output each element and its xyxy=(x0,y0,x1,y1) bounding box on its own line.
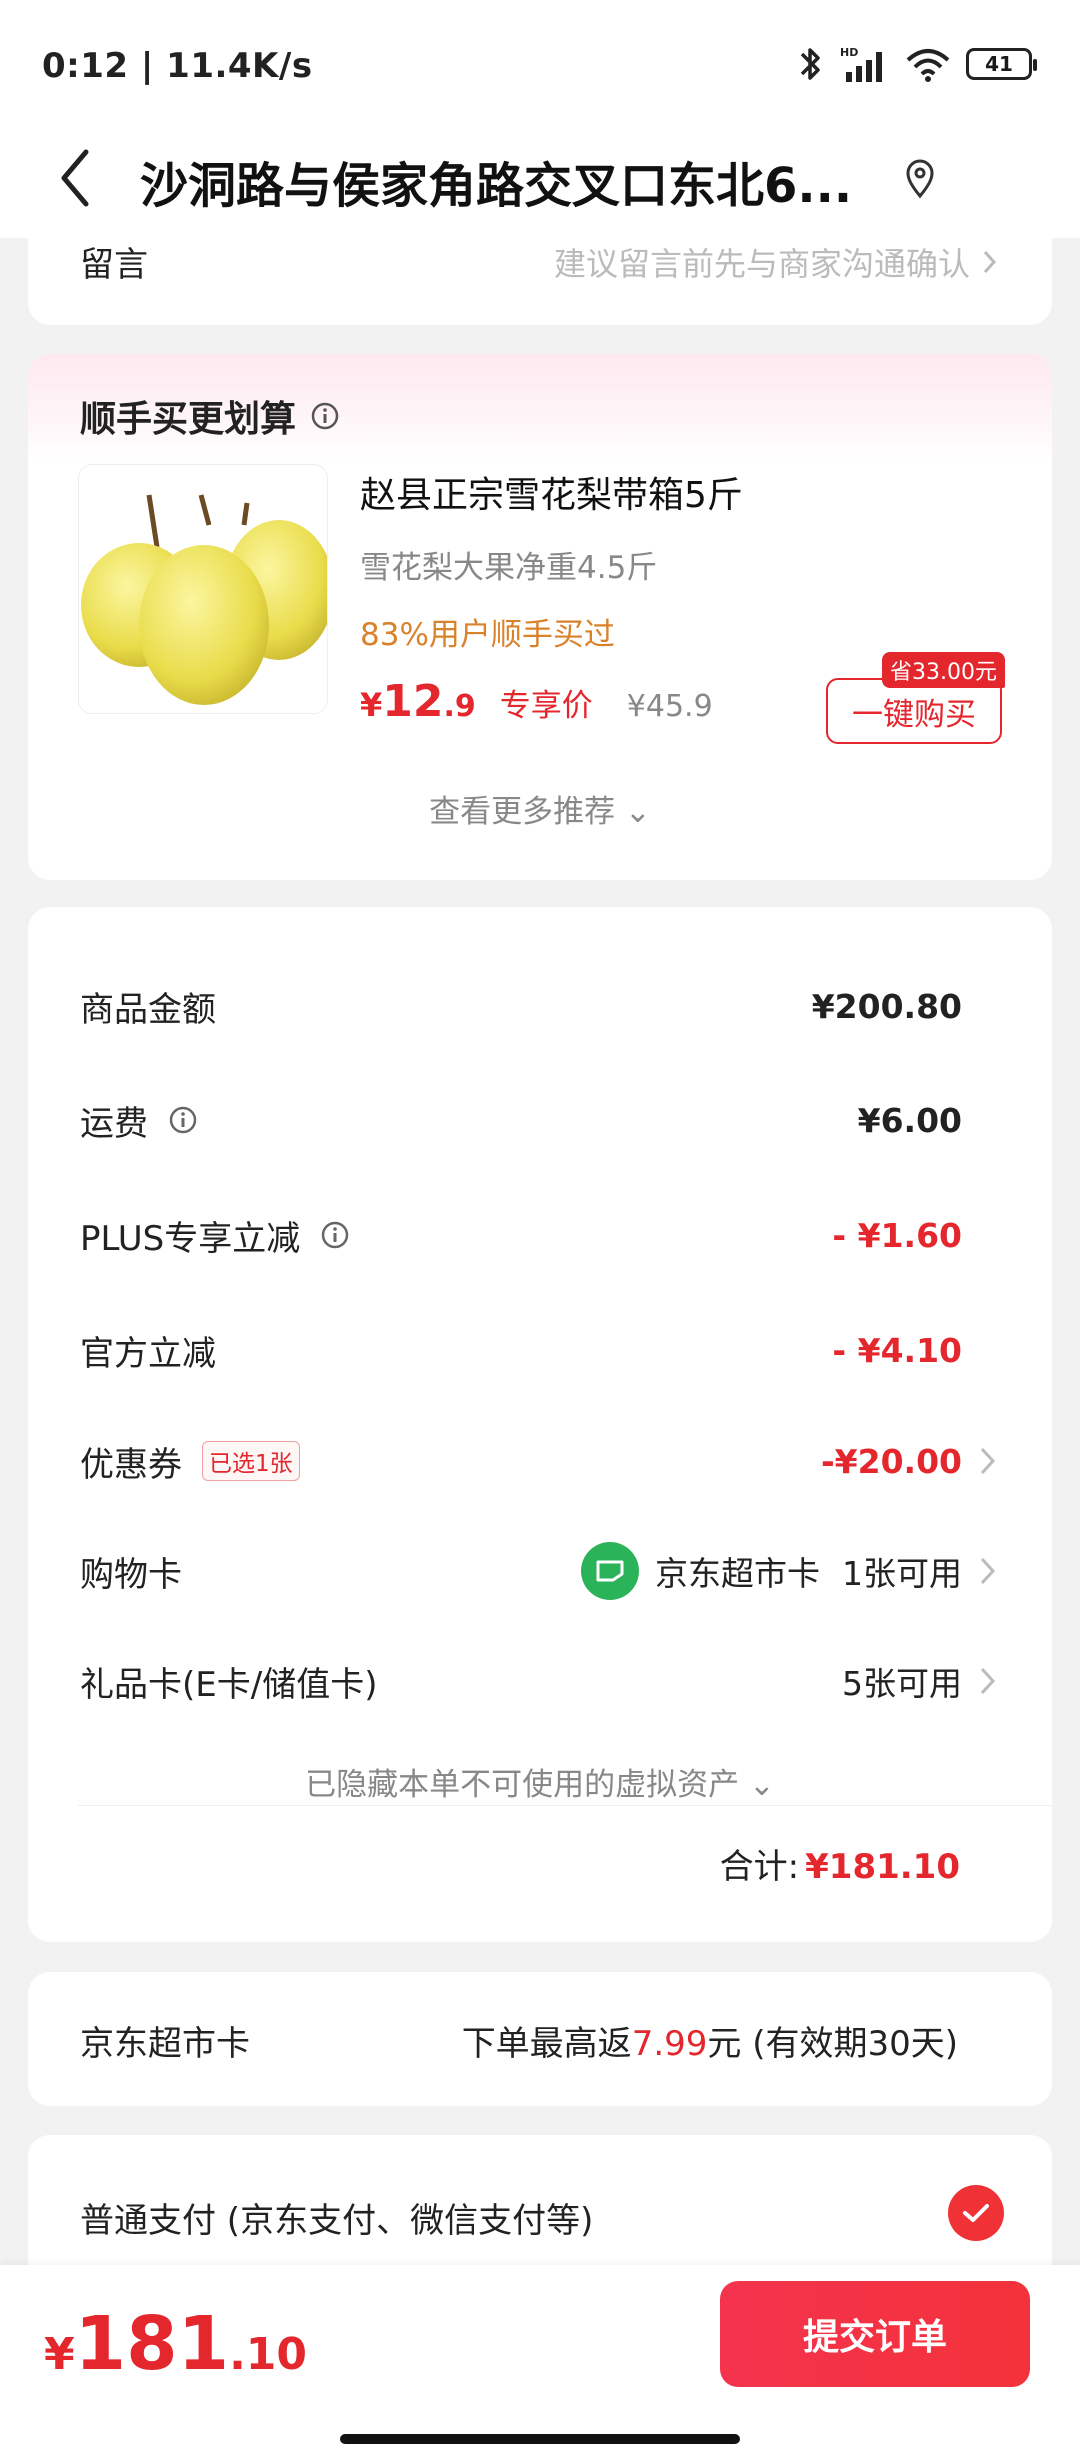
info-icon[interactable] xyxy=(168,1105,198,1135)
jd-card-label: 京东超市卡 xyxy=(80,2024,250,2064)
address-title[interactable]: 沙洞路与侯家角路交叉口东北6... xyxy=(140,146,880,216)
chevron-right-icon[interactable] xyxy=(978,1553,998,1589)
rebate-prefix: 下单最高返 xyxy=(461,2024,632,2064)
recommend-title: 顺手买更划算 xyxy=(80,390,340,442)
product-subtitle: 雪花梨大果净重4.5斤 xyxy=(360,550,658,586)
bottom-price-decimal: .10 xyxy=(229,2329,308,2380)
product-image[interactable] xyxy=(78,464,328,714)
checkmark-icon[interactable] xyxy=(948,2185,1004,2241)
chevron-right-icon[interactable] xyxy=(978,1663,998,1699)
save-badge: 省33.00元 xyxy=(882,652,1005,688)
product-name[interactable]: 赵县正宗雪花梨带箱5斤 xyxy=(360,466,743,518)
more-recommendations-link[interactable]: 查看更多推荐 ⌄ xyxy=(28,786,1052,831)
wifi-icon xyxy=(906,49,950,82)
row-value: 1张可用 xyxy=(842,1554,962,1593)
svg-text:HD: HD xyxy=(840,46,858,59)
rebate-amount: 7.99 xyxy=(631,2024,708,2064)
message-card[interactable]: 留言 建议留言前先与商家沟通确认 xyxy=(28,225,1052,325)
message-hint-text: 建议留言前先与商家沟通确认 xyxy=(553,245,970,283)
row-label: 官方立减 xyxy=(80,1333,216,1374)
payment-card[interactable]: 普通支付 (京东支付、微信支付等) xyxy=(28,2135,1052,2275)
coupon-selected-badge: 已选1张 xyxy=(202,1441,300,1481)
row-value: ¥200.80 xyxy=(811,986,962,1026)
hidden-assets-toggle[interactable]: 已隐藏本单不可使用的虚拟资产 ⌄ xyxy=(28,1759,1052,1804)
total-amount: ¥181.10 xyxy=(805,1847,960,1887)
payment-method-label: 普通支付 (京东支付、微信支付等) xyxy=(80,2201,594,2241)
location-pin-icon[interactable] xyxy=(900,156,940,200)
summary-row-plus: PLUS专享立减 - ¥1.60 xyxy=(80,1205,962,1265)
price-decimal: .9 xyxy=(443,689,476,724)
product-price: ¥ 12 .9 专享价 ¥45.9 xyxy=(360,676,713,727)
info-icon[interactable] xyxy=(320,1220,350,1250)
row-label: 购物卡 xyxy=(80,1554,182,1595)
total-label: 合计: xyxy=(719,1847,800,1887)
message-label: 留言 xyxy=(80,245,148,285)
row-label: 优惠券 xyxy=(80,1444,182,1485)
info-icon[interactable] xyxy=(310,401,340,431)
row-label: 礼品卡(E卡/储值卡) xyxy=(80,1664,378,1705)
recommend-card: 顺手买更划算 赵县正宗雪花梨带箱5斤 雪花梨大果净重4.5斤 83%用户顺手买过… xyxy=(28,354,1052,880)
row-label-wrap: PLUS专享立减 xyxy=(80,1211,350,1260)
row-label: 运费 xyxy=(80,1103,148,1144)
bluetooth-icon xyxy=(800,48,820,80)
jd-supermarket-card: 京东超市卡 下单最高返7.99元 (有效期30天) xyxy=(28,1972,1052,2106)
divider xyxy=(78,1805,1052,1806)
order-total: 合计: ¥181.10 xyxy=(720,1839,960,1888)
summary-row-coupon[interactable]: 优惠券 已选1张 -¥20.00 xyxy=(80,1431,962,1491)
row-label-wrap: 优惠券 已选1张 xyxy=(80,1437,300,1486)
summary-row-shopping-card[interactable]: 购物卡 京东超市卡 1张可用 xyxy=(80,1541,962,1601)
back-arrow-icon[interactable] xyxy=(52,138,102,218)
submit-order-button[interactable]: 提交订单 xyxy=(720,2281,1030,2387)
jd-card-icon xyxy=(581,1542,639,1600)
price-tag: 专享价 xyxy=(499,688,593,724)
summary-row-goods: 商品金额 ¥200.80 xyxy=(80,976,962,1036)
jd-card-rebate: 下单最高返7.99元 (有效期30天) xyxy=(462,2016,958,2065)
bottom-bar: ¥ 181 .10 提交订单 xyxy=(0,2265,1080,2460)
row-value: 5张可用 xyxy=(842,1664,962,1703)
summary-row-official: 官方立减 - ¥4.10 xyxy=(80,1320,962,1380)
row-value: - ¥1.60 xyxy=(832,1215,962,1255)
row-value: ¥6.00 xyxy=(857,1100,962,1140)
shopping-card-info: 京东超市卡 1张可用 xyxy=(581,1542,962,1600)
status-bar: 0:12 | 11.4K/s HD 41 xyxy=(0,0,1080,135)
status-time: 0:12 | 11.4K/s xyxy=(42,46,313,86)
bottom-total-price: ¥ 181 .10 xyxy=(44,2301,307,2387)
summary-row-shipping: 运费 ¥6.00 xyxy=(80,1090,962,1150)
bottom-price-integer: 181 xyxy=(74,2301,230,2387)
signal-icon: HD xyxy=(840,46,882,82)
recommend-title-text: 顺手买更划算 xyxy=(80,399,297,440)
summary-row-gift-card[interactable]: 礼品卡(E卡/储值卡) 5张可用 xyxy=(80,1651,962,1711)
row-label-wrap: 运费 xyxy=(80,1096,198,1145)
row-value: -¥20.00 xyxy=(820,1441,962,1481)
order-summary-card: 每天省一点 商品金额 ¥200.80 运费 ¥6.00 PLUS专享立减 - ¥… xyxy=(28,907,1052,2113)
status-icons: HD 41 xyxy=(798,44,1037,84)
bottom-price-symbol: ¥ xyxy=(44,2329,75,2380)
shopping-card-name: 京东超市卡 xyxy=(655,1554,820,1593)
row-label: 商品金额 xyxy=(80,989,216,1030)
chevron-right-icon xyxy=(983,250,997,274)
rebate-suffix: 元 (有效期30天) xyxy=(707,2024,958,2064)
message-hint[interactable]: 建议留言前先与商家沟通确认 xyxy=(554,239,998,285)
chevron-right-icon[interactable] xyxy=(978,1443,998,1479)
product-buy-stat: 83%用户顺手买过 xyxy=(360,617,615,653)
pear-image xyxy=(81,494,327,705)
price-symbol: ¥ xyxy=(360,686,383,724)
page-header: 沙洞路与侯家角路交叉口东北6... xyxy=(0,118,1080,238)
battery-indicator: 41 xyxy=(966,48,1037,80)
home-indicator[interactable] xyxy=(340,2434,740,2444)
row-label: PLUS专享立减 xyxy=(80,1218,301,1259)
original-price: ¥45.9 xyxy=(626,689,713,724)
row-value: - ¥4.10 xyxy=(832,1330,962,1370)
price-integer: 12 xyxy=(382,676,444,727)
